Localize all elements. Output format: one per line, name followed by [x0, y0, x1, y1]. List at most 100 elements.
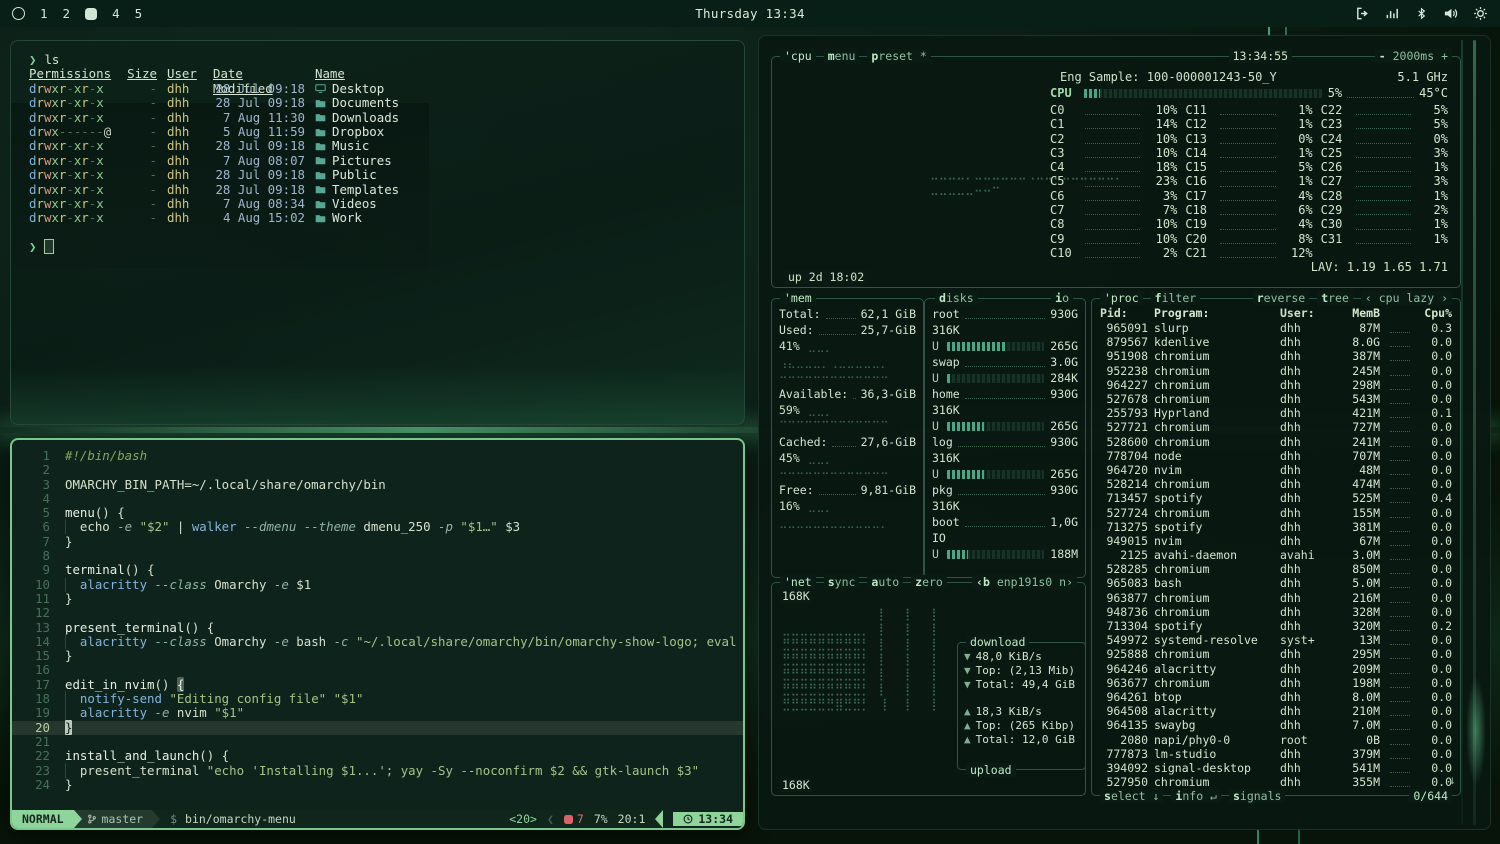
code-line[interactable]: 19▏ alacritty -e nvim "$1" [12, 706, 743, 720]
proc-column-header[interactable]: User: [1280, 306, 1326, 320]
process-row[interactable]: 527721chromiumdhh727M0.0 [1092, 420, 1460, 434]
proc-column-header[interactable]: Program: [1154, 306, 1274, 320]
process-row[interactable]: 964261btopdhh8.0M0.0 [1092, 690, 1460, 704]
code-line[interactable]: 24} [12, 778, 743, 792]
process-row[interactable]: 2125avahi-daemonavahi3.0M0.0 [1092, 548, 1460, 562]
workspace-button-5[interactable]: 5 [135, 6, 143, 21]
process-row[interactable]: 925888chromiumdhh295M0.0 [1092, 647, 1460, 661]
code-line[interactable]: 21 [12, 735, 743, 749]
workspace-active-indicator[interactable] [85, 8, 97, 20]
process-row[interactable]: 964246alacrittydhh209M0.0 [1092, 662, 1460, 676]
process-row[interactable]: 528600chromiumdhh241M0.0 [1092, 435, 1460, 449]
process-row[interactable]: 713457spotifydhh525M0.4 [1092, 491, 1460, 505]
code-line[interactable]: 12 [12, 606, 743, 620]
workspace-button-1[interactable]: 1 [40, 6, 48, 21]
clock-icon [683, 814, 693, 824]
logout-icon[interactable] [1355, 6, 1370, 21]
volume-icon[interactable] [1443, 6, 1458, 21]
process-row[interactable]: 527678chromiumdhh543M0.0 [1092, 392, 1460, 406]
btop-preset-button[interactable]: preset * [867, 49, 930, 63]
process-row[interactable]: 777873lm-studiodhh379M0.0 [1092, 747, 1460, 761]
io-mode-toggle[interactable]: io [1051, 291, 1073, 305]
line-number: 1 [12, 449, 50, 463]
process-row[interactable]: 528214chromiumdhh474M0.0 [1092, 477, 1460, 491]
process-row[interactable]: 964508alacrittydhh210M0.0 [1092, 704, 1460, 718]
signals-button[interactable]: signals [1229, 789, 1285, 803]
code-line[interactable]: 14▏ alacritty --class Omarchy -e bash -c… [12, 635, 743, 649]
update-interval-control[interactable]: - 2000ms + [1375, 49, 1452, 63]
shell-prompt[interactable]: ❯ [29, 240, 744, 254]
proc-tree-toggle[interactable]: tree [1317, 291, 1353, 305]
process-row[interactable]: 713304spotifydhh320M0.2 [1092, 619, 1460, 633]
process-row[interactable]: 965083bashdhh5.0M0.0 [1092, 576, 1460, 590]
select-button[interactable]: select ↓ [1100, 789, 1163, 803]
process-row[interactable]: 778704nodedhh707M0.0 [1092, 449, 1460, 463]
process-row[interactable]: 949015nvimdhh67M0.0 [1092, 534, 1460, 548]
process-row[interactable]: 527724chromiumdhh155M0.0 [1092, 505, 1460, 519]
process-row[interactable]: 549972systemd-resolvesyst+13M0.0 [1092, 633, 1460, 647]
omarchy-logo-icon[interactable] [12, 7, 25, 20]
process-row[interactable]: 963677chromiumdhh198M0.0 [1092, 676, 1460, 690]
mem-row: Used:25,7-GiB [772, 322, 923, 338]
code-line[interactable]: 5menu() { [12, 506, 743, 520]
bluetooth-icon[interactable] [1415, 6, 1428, 21]
code-line[interactable]: 18▏ notify-send "Editing config file" "$… [12, 692, 743, 706]
code-line[interactable]: 2 [12, 463, 743, 477]
process-row[interactable]: 948736chromiumdhh328M0.0 [1092, 605, 1460, 619]
proc-reverse-toggle[interactable]: reverse [1253, 291, 1309, 305]
code-line[interactable]: 16 [12, 663, 743, 677]
info-button[interactable]: info ↵ [1171, 789, 1221, 803]
code-line[interactable]: 1#!/bin/bash [12, 449, 743, 463]
code-line[interactable]: 7} [12, 535, 743, 549]
code-line[interactable]: 9terminal() { [12, 563, 743, 577]
disks-box-title[interactable]: disks [935, 291, 978, 305]
net-interface-selector[interactable]: ‹b enp191s0 n› [972, 575, 1077, 589]
process-row[interactable]: 527950chromiumdhh355M0.0 [1092, 775, 1460, 789]
code-line[interactable]: 4 [12, 492, 743, 506]
code-line[interactable]: 22install_and_launch() { [12, 749, 743, 763]
cpu-core-meter: C240% [1321, 132, 1448, 146]
process-row[interactable]: 2080napi/phy0-0root0B0.0 [1092, 732, 1460, 746]
workspace-button-2[interactable]: 2 [63, 6, 71, 21]
process-row[interactable]: 255793Hyprlanddhh421M0.1 [1092, 406, 1460, 420]
process-row[interactable]: 965091slurpdhh87M0.3 [1092, 321, 1460, 335]
code-line[interactable]: 10▏ alacritty --class Omarchy -e $1 [12, 578, 743, 592]
btop-menu-button[interactable]: menu [824, 49, 860, 63]
settings-gear-icon[interactable] [1473, 6, 1488, 21]
proc-column-header[interactable]: Cpu% [1420, 306, 1452, 320]
proc-filter-button[interactable]: filter [1151, 291, 1201, 305]
net-auto-toggle[interactable]: auto [867, 575, 903, 589]
code-line[interactable]: 8 [12, 549, 743, 563]
proc-column-header[interactable]: MemB [1332, 306, 1380, 320]
process-row[interactable]: 713275spotifydhh381M0.0 [1092, 520, 1460, 534]
file-permissions: drwxr-xr-x [29, 82, 115, 96]
nvim-statusline: NORMAL master $ bin/omarchy-menu <20> ❮ … [12, 810, 743, 828]
code-line[interactable]: 23▏ present_terminal "echo 'Installing $… [12, 764, 743, 778]
code-line[interactable]: 20} [12, 721, 743, 735]
workspace-button-4[interactable]: 4 [112, 6, 120, 21]
net-sync-toggle[interactable]: sync [824, 575, 860, 589]
code-line[interactable]: 15} [12, 649, 743, 663]
code-line[interactable]: 6▏ echo -e "$2" | walker --dmenu --theme… [12, 520, 743, 534]
code-line[interactable]: 11} [12, 592, 743, 606]
process-row[interactable]: 964720nvimdhh48M0.0 [1092, 463, 1460, 477]
code-line[interactable]: 13present_terminal() { [12, 621, 743, 635]
process-row[interactable]: 963877chromiumdhh216M0.0 [1092, 591, 1460, 605]
proc-sort-selector[interactable]: ‹ cpu lazy › [1361, 291, 1452, 305]
disk-row: swap3.0G [925, 354, 1085, 370]
process-row[interactable]: 528285chromiumdhh850M0.0 [1092, 562, 1460, 576]
code-line[interactable]: 3OMARCHY_BIN_PATH=~/.local/share/omarchy… [12, 478, 743, 492]
proc-column-header[interactable]: Pid: [1100, 306, 1148, 320]
net-zero-toggle[interactable]: zero [911, 575, 947, 589]
process-row[interactable]: 394092signal-desktopdhh541M0.0 [1092, 761, 1460, 775]
process-row[interactable]: 952238chromiumdhh245M0.0 [1092, 364, 1460, 378]
editor-buffer[interactable]: 1#!/bin/bash23OMARCHY_BIN_PATH=~/.local/… [12, 440, 743, 792]
cursor-position: 20:1 [618, 812, 646, 826]
scroll-down-indicator[interactable]: ↓ [1449, 773, 1456, 787]
process-row[interactable]: 964227chromiumdhh298M0.0 [1092, 378, 1460, 392]
process-row[interactable]: 951908chromiumdhh387M0.0 [1092, 349, 1460, 363]
process-row[interactable]: 879567kdenlivedhh8.0G0.0 [1092, 335, 1460, 349]
code-line[interactable]: 17edit_in_nvim() { [12, 678, 743, 692]
network-icon[interactable] [1385, 6, 1400, 21]
process-row[interactable]: 964135swaybgdhh7.0M0.0 [1092, 718, 1460, 732]
